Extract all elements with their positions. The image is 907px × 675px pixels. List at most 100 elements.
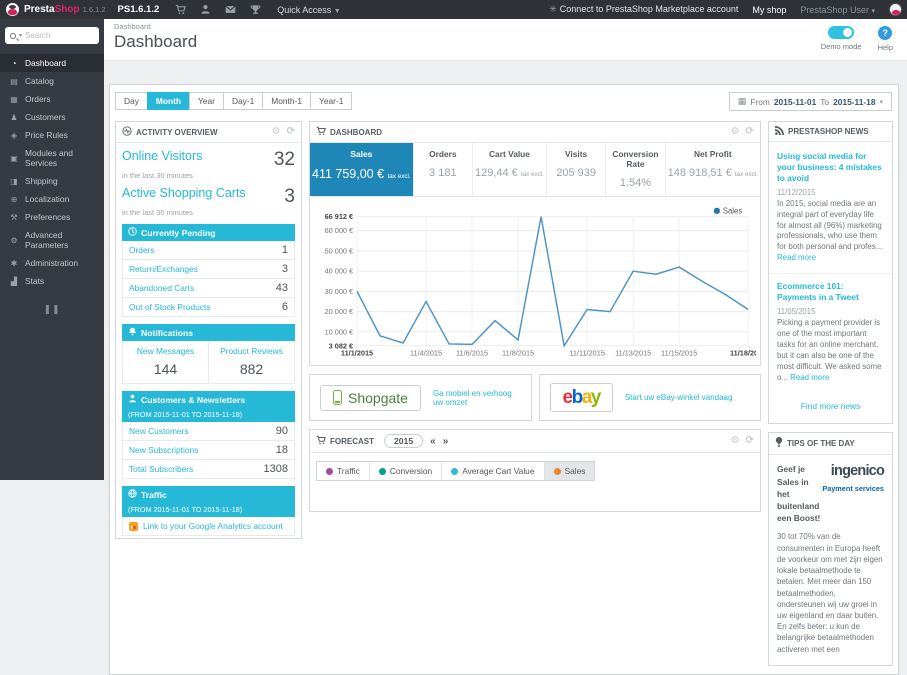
gauge-icon: ◔ <box>9 59 19 68</box>
date-range-picker[interactable]: ▦ From2015-11-01 To2015-11-18 ▾ <box>729 92 892 111</box>
gear-icon[interactable]: ⚙ <box>731 436 740 446</box>
forecast-legend-item[interactable]: Conversion <box>370 462 442 480</box>
customers-row-total-subscribers[interactable]: Total Subscribers1308 <box>122 460 295 479</box>
svg-text:66 912 €: 66 912 € <box>325 212 354 221</box>
customers-row-new-subscriptions[interactable]: New Subscriptions18 <box>122 441 295 460</box>
notif-new-messages[interactable]: New Messages 144 <box>122 341 209 384</box>
sidebar-item-modules[interactable]: ▣Modules and Services <box>0 144 104 172</box>
search-scope-caret-icon[interactable]: ▾ <box>19 32 22 39</box>
prev-year-button[interactable]: « <box>430 436 436 447</box>
pending-row-out-of-stock[interactable]: Out of Stock Products6 <box>122 298 295 317</box>
range-month-button[interactable]: Month <box>147 92 190 110</box>
kpi-visits[interactable]: Visits 205 939 <box>547 143 606 196</box>
envelope-icon[interactable] <box>225 4 236 15</box>
date-caret-icon: ▾ <box>879 98 883 106</box>
trophy-icon[interactable] <box>250 4 261 15</box>
forecast-legend-item[interactable]: Average Cart Value <box>442 462 544 480</box>
date-toolbar: Day Month Year Day-1 Month-1 Year-1 ▦ Fr… <box>116 92 892 111</box>
customers-row-new-customers[interactable]: New Customers90 <box>122 422 295 441</box>
sidebar-search[interactable]: ▾ <box>5 27 99 44</box>
customer-icon[interactable] <box>200 4 211 15</box>
sales-chart-svg: 66 912 €60 000 €50 000 €40 000 €30 000 €… <box>314 205 756 363</box>
range-day-1-button[interactable]: Day-1 <box>223 92 263 110</box>
kpi-conversion-rate[interactable]: Conversion Rate 1.54% <box>606 143 665 196</box>
ebay-link[interactable]: Start uw eBay-winkel vandaag <box>625 393 733 402</box>
user-menu[interactable]: PrestaShop User ▾ <box>800 5 875 15</box>
cart-icon[interactable] <box>175 4 186 15</box>
shop-name[interactable]: PS1.6.1.2 <box>118 4 160 15</box>
activity-icon <box>122 126 132 138</box>
sidebar-item-preferences[interactable]: ⚒Preferences <box>0 208 104 226</box>
pending-row-orders[interactable]: Orders1 <box>122 241 295 260</box>
range-year-1-button[interactable]: Year-1 <box>310 92 352 110</box>
help-icon[interactable]: ? <box>878 26 892 40</box>
tags-icon: ◈ <box>9 131 19 140</box>
traffic-header: Traffic (FROM 2015-11-01 TO 2015-11-18) <box>122 486 295 517</box>
lightbulb-icon <box>775 437 783 450</box>
range-day-button[interactable]: Day <box>115 92 148 110</box>
brand[interactable]: PrestaShop1.6.1.2 <box>24 4 106 15</box>
pending-row-returns[interactable]: Return/Exchanges3 <box>122 260 295 279</box>
sidebar-item-customers[interactable]: ♟Customers <box>0 108 104 126</box>
search-input[interactable] <box>25 31 94 40</box>
user-avatar[interactable] <box>889 3 902 16</box>
marketplace-link[interactable]: ✳Connect to PrestaShop Marketplace accou… <box>549 4 738 15</box>
page-header: Dashboard Dashboard Demo mode ? Help <box>104 19 907 61</box>
sidebar-item-administration[interactable]: ✱Administration <box>0 254 104 272</box>
rss-icon <box>775 126 784 137</box>
notif-product-reviews[interactable]: Product Reviews 882 <box>209 341 295 384</box>
prestashop-logo[interactable] <box>6 3 19 16</box>
forecast-year[interactable]: 2015 <box>384 434 423 448</box>
forecast-legend-item[interactable]: Traffic <box>317 462 370 480</box>
gear-icon[interactable]: ⚙ <box>731 127 740 137</box>
sidebar-collapse-icon[interactable]: ❚❚ <box>0 304 104 315</box>
customers-newsletters-header: Customers & Newsletters (FROM 2015-11-01… <box>122 391 295 422</box>
forecast-legend-item[interactable]: Sales <box>545 462 595 480</box>
kpi-orders[interactable]: Orders 3 181 <box>414 143 473 196</box>
help-label: Help <box>878 43 893 52</box>
sidebar-item-price-rules[interactable]: ◈Price Rules <box>0 126 104 144</box>
refresh-icon[interactable]: ⟳ <box>746 127 754 137</box>
refresh-icon[interactable]: ⟳ <box>287 127 295 137</box>
find-more-news-link[interactable]: Find more news <box>769 392 892 423</box>
kpi-cart-value[interactable]: Cart Value 129,44 € tax excl. <box>473 143 547 196</box>
google-analytics-link[interactable]: Link to your Google Analytics account <box>122 517 295 536</box>
refresh-icon[interactable]: ⟳ <box>746 436 754 446</box>
puzzle-icon: ▣ <box>9 154 19 163</box>
range-month-1-button[interactable]: Month-1 <box>262 92 311 110</box>
forecast-panel: FORECAST 2015 « » ⚙⟳ Traffic Conver <box>309 429 761 512</box>
kpi-sales[interactable]: Sales 411 759,00 € tax excl. <box>310 143 414 196</box>
pending-row-abandoned-carts[interactable]: Abandoned Carts43 <box>122 279 295 298</box>
shopgate-link[interactable]: Ga mobiel en verhoog uw omzet <box>433 389 521 407</box>
gear-icon[interactable]: ⚙ <box>272 127 281 137</box>
demo-mode-toggle[interactable] <box>828 26 854 39</box>
kpi-net-profit[interactable]: Net Profit 148 918,51 € tax excl. <box>666 143 760 196</box>
ebay-ad[interactable]: ebay Start uw eBay-winkel vandaag <box>539 374 762 421</box>
online-visitors[interactable]: Online Visitors 32 <box>122 149 295 171</box>
read-more-link[interactable]: Read more <box>777 253 816 262</box>
sidebar-item-catalog[interactable]: ▤Catalog <box>0 72 104 90</box>
shopgate-ad[interactable]: Shopgate Ga mobiel en verhoog uw omzet <box>309 374 532 421</box>
sidebar-item-stats[interactable]: ▟Stats <box>0 272 104 290</box>
range-year-button[interactable]: Year <box>189 92 224 110</box>
legend-dot <box>326 468 333 475</box>
breadcrumb[interactable]: Dashboard <box>114 22 897 31</box>
active-shopping-carts[interactable]: Active Shopping Carts 3 <box>122 186 295 208</box>
svg-text:60 000 €: 60 000 € <box>325 226 354 235</box>
sidebar-item-localization[interactable]: ⊕Localization <box>0 190 104 208</box>
my-shop-link[interactable]: My shop <box>752 5 786 15</box>
gears-icon: ⚙ <box>9 236 19 245</box>
svg-text:11/1/2015: 11/1/2015 <box>341 349 373 358</box>
read-more-link[interactable]: Read more <box>790 373 829 382</box>
sidebar-item-orders[interactable]: ▦Orders <box>0 90 104 108</box>
users-icon: ♟ <box>9 113 19 122</box>
news-article-title[interactable]: Using social media for your business: 4 … <box>777 151 884 184</box>
news-article-title[interactable]: Ecommerce 101: Payments in a Tweet <box>777 281 884 303</box>
notifications-header: Notifications <box>122 324 295 341</box>
sidebar-item-advanced-parameters[interactable]: ⚙Advanced Parameters <box>0 226 104 254</box>
quick-access-menu[interactable]: Quick Access ▼ <box>277 5 340 15</box>
sidebar-item-dashboard[interactable]: ◔Dashboard <box>0 54 104 72</box>
next-year-button[interactable]: » <box>443 436 449 447</box>
wrench-icon: ⚒ <box>9 213 19 222</box>
sidebar-item-shipping[interactable]: ◨Shipping <box>0 172 104 190</box>
